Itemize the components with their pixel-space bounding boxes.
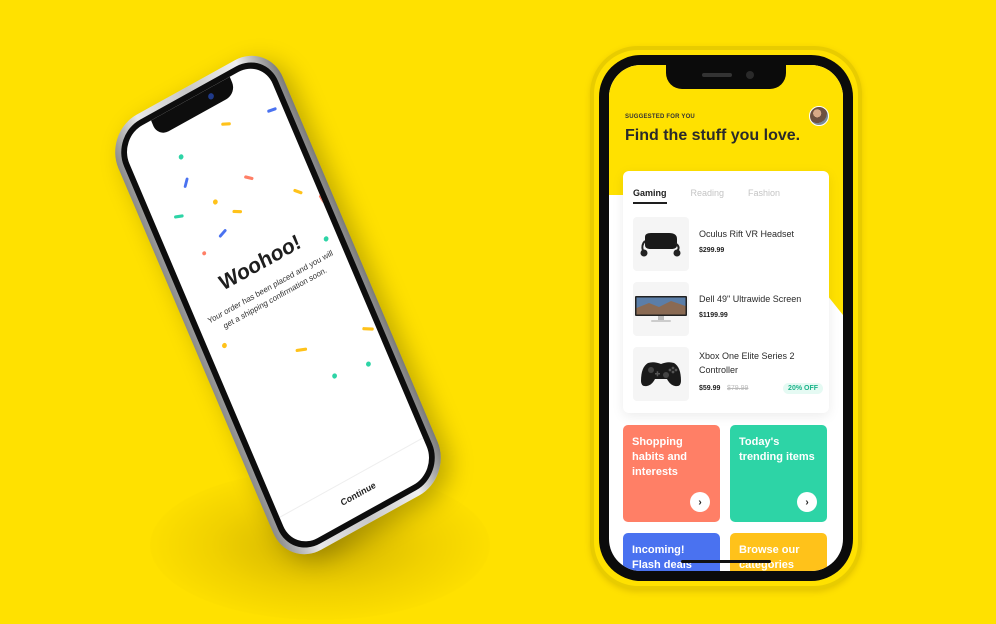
product-item[interactable]: Xbox One Elite Series 2 Controller $59.9…: [633, 347, 823, 401]
left-phone: Woohoo! Your order has been placed and y…: [103, 41, 453, 569]
confetti: [221, 122, 231, 126]
right-phone: SUGGESTED FOR YOU Find the stuff you lov…: [590, 46, 862, 590]
tile-trending-items[interactable]: Today's trending items ›: [730, 425, 827, 522]
camera-icon: [207, 92, 215, 101]
vr-headset-icon: [633, 217, 689, 271]
product-item[interactable]: Oculus Rift VR Headset $299.99: [633, 217, 823, 271]
monitor-icon: [633, 282, 689, 336]
speaker-icon: [702, 73, 732, 77]
tile-browse-categories[interactable]: Browse our categories: [730, 533, 827, 571]
tab-gaming[interactable]: Gaming: [633, 188, 667, 204]
chevron-right-icon[interactable]: ›: [690, 492, 710, 512]
chevron-right-icon[interactable]: ›: [797, 492, 817, 512]
gamepad-icon: [633, 347, 689, 401]
avatar[interactable]: [809, 106, 829, 126]
product-name: Xbox One Elite Series 2 Controller: [699, 351, 795, 375]
camera-icon: [746, 71, 754, 79]
product-price: $299.99: [699, 247, 725, 254]
product-item[interactable]: Dell 49" Ultrawide Screen $1199.99: [633, 282, 823, 336]
product-price: $59.99: [699, 385, 721, 392]
tile-flash-deals[interactable]: Incoming! Flash deals: [623, 533, 720, 571]
phone-notch: [151, 76, 237, 138]
confetti: [232, 209, 243, 214]
discount-badge: 20% OFF: [783, 383, 823, 394]
confetti: [266, 106, 277, 114]
left-phone-frame: Woohoo! Your order has been placed and y…: [103, 41, 453, 569]
category-tabs: Gaming Reading Fashion: [633, 188, 804, 204]
confetti: [243, 175, 254, 181]
confetti: [318, 194, 326, 204]
confetti: [173, 214, 184, 219]
home-indicator[interactable]: [681, 560, 771, 563]
product-card: Gaming Reading Fashion Oculus Rift VR He…: [623, 171, 829, 413]
phone-notch: [666, 65, 786, 89]
confirmation-screen: Woohoo! Your order has been placed and y…: [118, 58, 438, 552]
confetti: [362, 327, 374, 331]
tab-reading[interactable]: Reading: [691, 188, 725, 204]
home-screen: SUGGESTED FOR YOU Find the stuff you lov…: [609, 65, 843, 571]
tile-label: Shopping habits and interests: [632, 436, 688, 478]
tile-label: Browse our categories: [739, 544, 800, 571]
product-name: Dell 49" Ultrawide Screen: [699, 294, 802, 304]
confetti: [292, 188, 303, 195]
product-name: Oculus Rift VR Headset: [699, 229, 795, 239]
product-old-price: $79.99: [727, 385, 749, 392]
tab-fashion[interactable]: Fashion: [748, 188, 780, 204]
page-title: Find the stuff you love.: [625, 127, 801, 144]
confetti: [221, 342, 228, 350]
confetti: [295, 347, 308, 353]
tile-shopping-habits[interactable]: Shopping habits and interests ›: [623, 425, 720, 522]
tile-label: Today's trending items: [739, 436, 815, 463]
tile-label: Incoming! Flash deals: [632, 544, 692, 571]
left-phone-bezel: Woohoo! Your order has been placed and y…: [111, 50, 445, 560]
section-eyebrow: SUGGESTED FOR YOU: [625, 114, 695, 120]
confetti: [212, 198, 219, 206]
confetti: [183, 177, 189, 189]
confetti: [365, 360, 372, 368]
confetti: [331, 372, 338, 380]
confetti: [177, 153, 185, 161]
product-price: $1199.99: [699, 312, 728, 319]
right-phone-bezel: SUGGESTED FOR YOU Find the stuff you lov…: [599, 55, 853, 581]
confetti: [218, 228, 228, 239]
confetti: [201, 250, 207, 257]
